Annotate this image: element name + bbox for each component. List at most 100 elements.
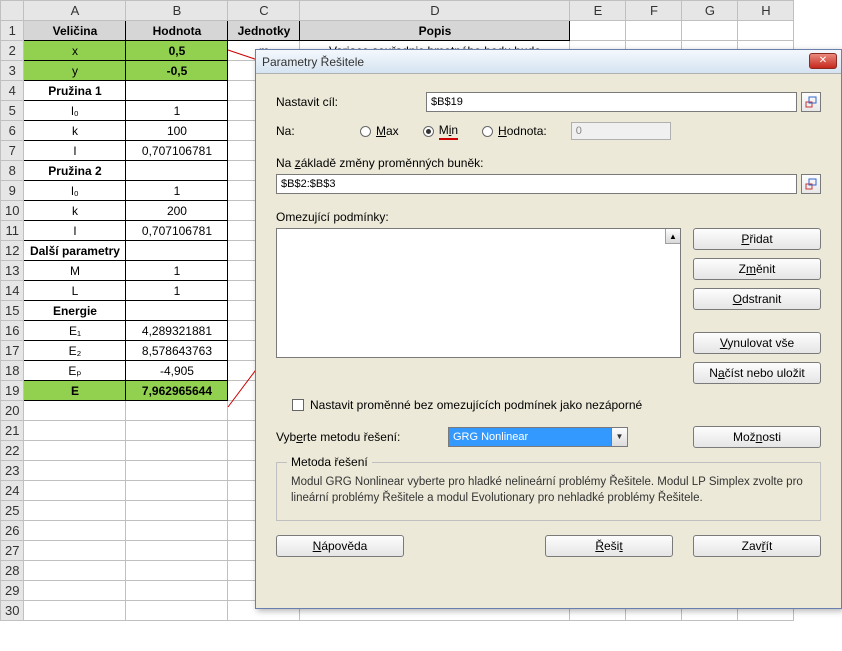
row-header[interactable]: 3 [1, 61, 24, 81]
cell[interactable]: 8,578643763 [126, 341, 228, 361]
row-header[interactable]: 29 [1, 581, 24, 601]
objective-ref-button[interactable] [801, 92, 821, 112]
add-button[interactable]: Přidat [693, 228, 821, 250]
cell[interactable]: 4,289321881 [126, 321, 228, 341]
listbox-scroll-up-icon[interactable]: ▲ [665, 229, 680, 244]
row-header[interactable]: 16 [1, 321, 24, 341]
cell[interactable]: l₀ [24, 181, 126, 201]
cell[interactable]: 1 [126, 261, 228, 281]
help-button[interactable]: Nápověda [276, 535, 404, 557]
row-header[interactable]: 13 [1, 261, 24, 281]
cell[interactable]: M [24, 261, 126, 281]
row-header[interactable]: 24 [1, 481, 24, 501]
row-header[interactable]: 11 [1, 221, 24, 241]
solve-button[interactable]: Řešit [545, 535, 673, 557]
cell[interactable]: Hodnota [126, 21, 228, 41]
cell[interactable] [682, 21, 738, 41]
cell[interactable]: L [24, 281, 126, 301]
cell[interactable] [738, 21, 794, 41]
cell[interactable]: Pružina 2 [24, 161, 126, 181]
cell[interactable] [126, 161, 228, 181]
row-header[interactable]: 12 [1, 241, 24, 261]
row-header[interactable]: 1 [1, 21, 24, 41]
cell[interactable] [126, 581, 228, 601]
col-header-G[interactable]: G [682, 1, 738, 21]
cell[interactable] [126, 421, 228, 441]
cell[interactable] [24, 581, 126, 601]
cell[interactable]: 0,707106781 [126, 141, 228, 161]
cell[interactable] [126, 301, 228, 321]
cell[interactable]: Pružina 1 [24, 81, 126, 101]
cell[interactable]: E₂ [24, 341, 126, 361]
cell[interactable] [24, 501, 126, 521]
method-select[interactable]: GRG Nonlinear ▼ [448, 427, 628, 447]
row-header[interactable]: 15 [1, 301, 24, 321]
row-header[interactable]: 10 [1, 201, 24, 221]
cell[interactable] [24, 561, 126, 581]
delete-button[interactable]: Odstranit [693, 288, 821, 310]
row-header[interactable]: 19 [1, 381, 24, 401]
resetall-button[interactable]: Vynulovat vše [693, 332, 821, 354]
nonneg-checkbox[interactable] [292, 399, 304, 411]
row-header[interactable]: 14 [1, 281, 24, 301]
row-header[interactable]: 27 [1, 541, 24, 561]
col-header-D[interactable]: D [300, 1, 570, 21]
cell[interactable]: 1 [126, 281, 228, 301]
cell[interactable]: E [24, 381, 126, 401]
cell[interactable] [126, 601, 228, 621]
row-header[interactable]: 22 [1, 441, 24, 461]
radio-max[interactable]: Max [360, 124, 399, 138]
col-header-E[interactable]: E [570, 1, 626, 21]
cell[interactable]: 1 [126, 181, 228, 201]
cell[interactable] [570, 21, 626, 41]
cell[interactable] [24, 601, 126, 621]
cell[interactable]: l [24, 141, 126, 161]
valueof-input[interactable]: 0 [571, 122, 671, 140]
row-header[interactable]: 2 [1, 41, 24, 61]
cell[interactable] [24, 421, 126, 441]
row-header[interactable]: 30 [1, 601, 24, 621]
cell[interactable] [126, 441, 228, 461]
cell[interactable] [24, 461, 126, 481]
cell[interactable] [24, 401, 126, 421]
cell[interactable] [24, 521, 126, 541]
cell[interactable]: Jednotky [228, 21, 300, 41]
row-header[interactable]: 4 [1, 81, 24, 101]
row-header[interactable]: 26 [1, 521, 24, 541]
change-button[interactable]: Změnit [693, 258, 821, 280]
cell[interactable]: 7,962965644 [126, 381, 228, 401]
cell[interactable] [126, 561, 228, 581]
cell[interactable] [126, 521, 228, 541]
cell[interactable]: 0,5 [126, 41, 228, 61]
cell[interactable]: 200 [126, 201, 228, 221]
cell[interactable] [126, 481, 228, 501]
col-header-B[interactable]: B [126, 1, 228, 21]
cell[interactable]: k [24, 121, 126, 141]
row-header[interactable]: 25 [1, 501, 24, 521]
row-header[interactable]: 18 [1, 361, 24, 381]
cell[interactable]: -0,5 [126, 61, 228, 81]
cell[interactable]: 1 [126, 101, 228, 121]
cell[interactable]: l [24, 221, 126, 241]
cell[interactable] [626, 21, 682, 41]
row-header[interactable]: 7 [1, 141, 24, 161]
cell[interactable]: Popis [300, 21, 570, 41]
cell[interactable]: Veličina [24, 21, 126, 41]
cell[interactable] [126, 401, 228, 421]
row-header[interactable]: 9 [1, 181, 24, 201]
radio-min[interactable]: Min [423, 123, 458, 140]
loadsave-button[interactable]: Načíst nebo uložit [693, 362, 821, 384]
cell[interactable] [126, 81, 228, 101]
col-header-H[interactable]: H [738, 1, 794, 21]
variables-ref-button[interactable] [801, 174, 821, 194]
cell[interactable] [126, 461, 228, 481]
variables-input[interactable]: $B$2:$B$3 [276, 174, 797, 194]
cell[interactable] [126, 541, 228, 561]
cell[interactable]: E₁ [24, 321, 126, 341]
cell[interactable] [24, 541, 126, 561]
row-header[interactable]: 28 [1, 561, 24, 581]
cell[interactable]: x [24, 41, 126, 61]
close-button[interactable]: ✕ [809, 53, 837, 69]
options-button[interactable]: Možnosti [693, 426, 821, 448]
row-header[interactable]: 23 [1, 461, 24, 481]
